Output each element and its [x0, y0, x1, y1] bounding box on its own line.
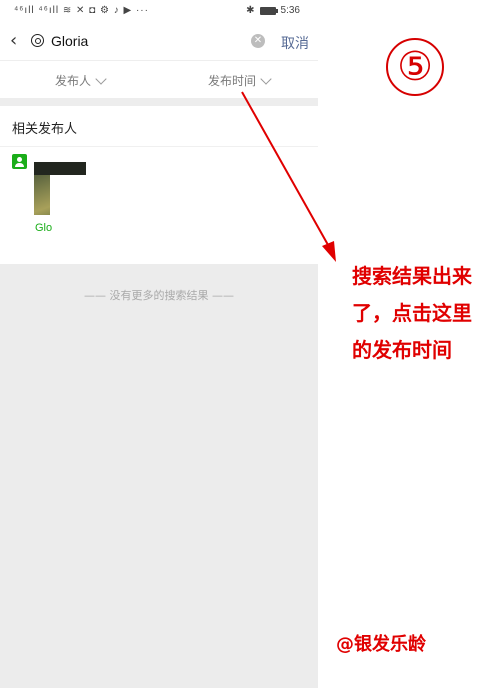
section-title: 相关发布人 [12, 122, 78, 137]
annotation-text: 搜索结果出来 了，点击这里 的发布时间 [352, 258, 500, 369]
channel-lens-icon [31, 34, 44, 47]
user-badge-icon [12, 154, 27, 169]
status-icons: ⁴⁶ıll ⁴⁶ıll ≋ ✕ ◘ ⚙ ♪ ▶ ··· [14, 5, 149, 16]
status-time: 5:36 [280, 5, 300, 16]
status-right: ✱ 5:36 [246, 5, 300, 16]
bluetooth-icon: ✱ [246, 5, 255, 16]
chevron-down-icon [260, 72, 272, 85]
battery-icon [259, 6, 278, 15]
filter-publish-time[interactable]: 发布时间 [208, 72, 272, 89]
no-more-results-text: —— 没有更多的搜索结果 —— [84, 289, 234, 302]
divider [0, 146, 318, 147]
filter-publisher[interactable]: 发布人 [55, 72, 107, 89]
status-bar: ⁴⁶ıll ⁴⁶ıll ≋ ✕ ◘ ⚙ ♪ ▶ ··· ✱ 5:36 [0, 0, 318, 24]
separator [0, 98, 318, 106]
publisher-name: Glo [35, 222, 53, 234]
empty-area: —— 没有更多的搜索结果 —— [0, 264, 318, 688]
filter-publish-time-label: 发布时间 [208, 74, 257, 88]
search-input[interactable]: Gloria [51, 33, 88, 49]
back-arrow-icon[interactable]: ‹ [10, 32, 24, 50]
step-number-badge: ⑤ [386, 38, 444, 96]
annotation-line-1: 搜索结果出来 [352, 264, 472, 288]
chevron-down-icon [95, 72, 107, 85]
phone-screen: ⁴⁶ıll ⁴⁶ıll ≋ ✕ ◘ ⚙ ♪ ▶ ··· ✱ 5:36 ‹ Glo… [0, 0, 318, 688]
filter-publisher-label: 发布人 [55, 74, 92, 88]
avatar [34, 162, 86, 215]
watermark: @银发乐龄 [336, 634, 426, 655]
clear-icon[interactable]: ✕ [251, 34, 265, 48]
publisher-result[interactable]: Glo [12, 154, 92, 244]
annotation-line-3: 的发布时间 [352, 338, 452, 362]
filter-bar: 发布人 发布时间 [0, 60, 318, 99]
cancel-button[interactable]: 取消 [281, 33, 309, 53]
annotation-line-2: 了，点击这里 [352, 301, 472, 325]
search-bar: ‹ Gloria ✕ 取消 [0, 24, 318, 60]
